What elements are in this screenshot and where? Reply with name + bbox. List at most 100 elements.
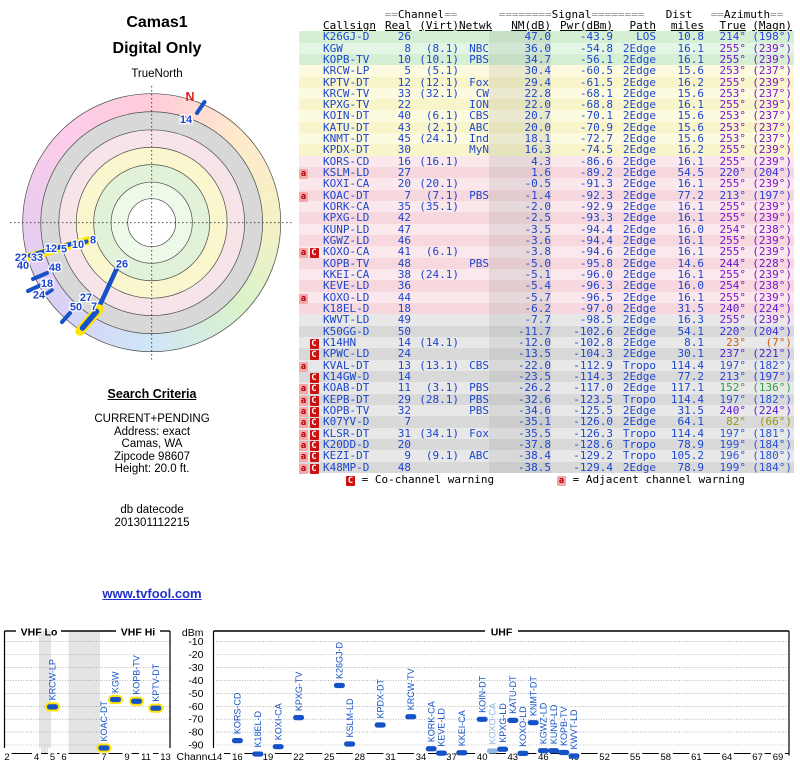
station-table-rows: K26GJ-D2647.0-43.9LOS10.8214°(198°)KGW8(… <box>299 31 794 473</box>
cell-t: 82° <box>704 416 746 427</box>
radar-channel-label: 33 <box>31 252 43 264</box>
signal-bar-label: KKEI-CA <box>457 710 467 746</box>
signal-bar-label: KGW <box>111 671 121 693</box>
channel-tick-label: 64 <box>722 752 733 763</box>
cell-virt: (32.1) <box>411 88 459 99</box>
channel-tick-label: 13 <box>160 752 171 763</box>
signal-charts: -10-20-30-40-50-60-70-80-90dBmChannelVHF… <box>0 618 800 768</box>
cell-cs: KRCW-LP <box>323 65 385 76</box>
cell-net <box>459 31 489 42</box>
channel-tick-label: 55 <box>630 752 641 763</box>
channel-tick-label: 14 <box>212 752 223 763</box>
cell-t: 199° <box>704 462 746 473</box>
cell-virt <box>411 348 459 359</box>
radar-channel-label: 12 <box>45 243 57 255</box>
dbm-tick-label: -20 <box>188 649 203 661</box>
cell-net: CBS <box>459 360 489 371</box>
radar-channel-label: 7 <box>91 301 97 313</box>
radar-channel-label: 40 <box>17 260 29 272</box>
cell-mi: 117.1 <box>656 382 704 393</box>
cell-mi: 78.9 <box>656 462 704 473</box>
signal-bar <box>150 706 161 711</box>
cell-t: 253° <box>704 65 746 76</box>
cell-real: 11 <box>385 382 411 393</box>
cell-virt: (28.1) <box>411 394 459 405</box>
table-row: aCKEZI-DT9(9.1)ABC-38.4-129.2Tropo105.21… <box>299 450 794 461</box>
search-criteria-line: Height: 20.0 ft. <box>42 463 262 476</box>
cell-net <box>459 303 489 314</box>
signal-bar-label: KRCW-LP <box>48 659 58 700</box>
cell-t: 152° <box>704 382 746 393</box>
cell-path: 2Edge <box>613 416 656 427</box>
cell-virt: (14.1) <box>411 337 459 348</box>
cell-virt <box>411 224 459 235</box>
channel-gap-band <box>69 631 101 754</box>
dbm-tick-label: -40 <box>188 675 203 687</box>
signal-bar-label: KNMT-DT <box>528 676 538 716</box>
cell-virt: (3.1) <box>411 382 459 393</box>
cell-virt <box>411 31 459 42</box>
cell-virt: (9.1) <box>411 450 459 461</box>
signal-bar-label: KPTV-DT <box>151 663 161 702</box>
signal-bar-label: KRCW-TV <box>406 668 416 710</box>
tvfool-report-page: { "radar": { "title": "Camas1", "subtitl… <box>0 0 800 768</box>
radar-channel-label: 50 <box>70 302 82 314</box>
cell-virt: (16.1) <box>411 156 459 167</box>
cell-cs: K07YV-D <box>323 416 385 427</box>
signal-bar <box>344 741 355 746</box>
cell-net <box>459 156 489 167</box>
signal-bar <box>456 750 467 755</box>
warning-legend: C = Co-channel warning a = Adjacent chan… <box>299 473 794 487</box>
signal-bar <box>538 748 549 753</box>
cell-virt: (35.1) <box>411 201 459 212</box>
table-row: aCK07YV-D7-35.1-126.02Edge64.182°(66°) <box>299 416 794 427</box>
cell-net: PBS <box>459 190 489 201</box>
cell-net <box>459 224 489 235</box>
signal-bar <box>528 720 539 725</box>
signal-bar-label: KGWZ-LD <box>539 702 549 744</box>
signal-bar-label: KORS-CD <box>233 692 243 734</box>
dbm-tick-label: -60 <box>188 701 203 713</box>
signal-bar <box>375 722 386 727</box>
cell-net <box>459 269 489 280</box>
signal-bar-label: KOPB-TV <box>132 655 142 695</box>
cell-virt: (24.1) <box>411 269 459 280</box>
channel-tick-label: 43 <box>508 752 519 763</box>
channel-tick-label: 46 <box>538 752 549 763</box>
signal-bar-label: KOPB-TV <box>559 706 569 746</box>
signal-bar <box>548 748 559 753</box>
table-group-header: ==Channel== ========Signal======== Dist … <box>299 11 794 20</box>
cell-pwr: -60.5 <box>551 65 613 76</box>
radar-channel-label: 5 <box>61 244 67 256</box>
cell-net: ABC <box>459 450 489 461</box>
table-row: KRCW-LP5(5.1)30.4-60.52Edge15.6253°(237°… <box>299 65 794 76</box>
cell-nm: 30.4 <box>489 65 551 76</box>
signal-bar-label: KORK-CA <box>426 701 436 742</box>
channel-tick-label: 52 <box>599 752 610 763</box>
dbm-tick-label: -90 <box>188 740 203 752</box>
cell-m: (136°) <box>746 382 792 393</box>
cell-virt <box>411 314 459 325</box>
dbm-axis-label: dBm <box>182 627 204 639</box>
signal-bar <box>436 751 447 756</box>
channel-tick-label: 61 <box>691 752 702 763</box>
table-row: aCK48MP-D48-38.5-129.42Edge78.9199°(184°… <box>299 462 794 473</box>
radar-channel-label: 48 <box>49 262 61 274</box>
signal-bar <box>477 717 488 722</box>
band-label: VHF Lo <box>21 627 58 639</box>
cell-nm: -13.5 <box>489 348 551 359</box>
cell-pwr: -43.9 <box>551 31 613 42</box>
tvfool-link[interactable]: www.tvfool.com <box>52 586 252 601</box>
cell-m: (66°) <box>746 416 792 427</box>
channel-tick-label: 16 <box>232 752 243 763</box>
cell-mi: 10.8 <box>656 31 704 42</box>
signal-group-header: ========Signal======== <box>488 11 655 20</box>
channel-tick-label: 40 <box>477 752 488 763</box>
table-row: K26GJ-D2647.0-43.9LOS10.8214°(198°) <box>299 31 794 42</box>
db-datecode-value: 201301112215 <box>42 517 262 530</box>
dbm-tick-label: -80 <box>188 727 203 739</box>
cell-m: (184°) <box>746 462 792 473</box>
station-table: ==Channel== ========Signal======== Dist … <box>299 11 794 473</box>
cell-cs: K48MP-D <box>323 462 385 473</box>
cell-net <box>459 167 489 178</box>
